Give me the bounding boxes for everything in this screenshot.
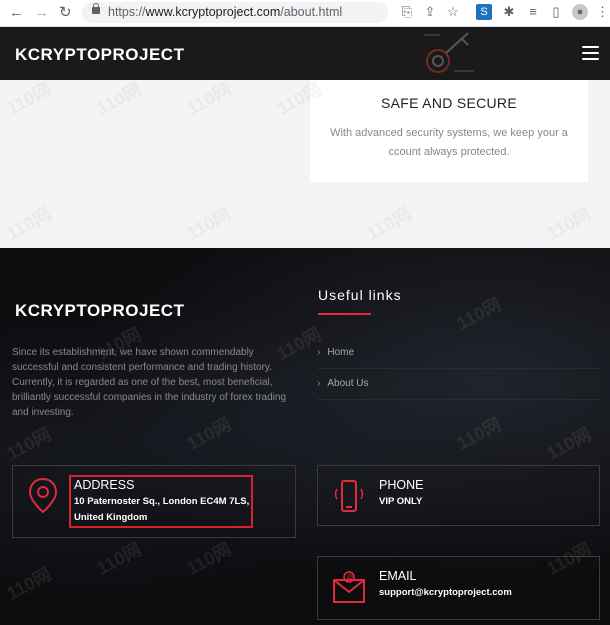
chevron-right-icon: › (317, 378, 321, 389)
phone-heading: PHONE (379, 478, 424, 492)
address-heading: ADDRESS (74, 478, 135, 492)
location-pin-icon (28, 477, 58, 514)
bookmark-star-icon[interactable]: ☆ (445, 4, 461, 20)
reading-list-icon[interactable]: ≡ (525, 4, 541, 20)
useful-links-underline (318, 313, 371, 315)
security-key-icon (424, 32, 474, 73)
features-section: SAFE AND SECURE With advanced security s… (0, 80, 610, 248)
email-value[interactable]: support@kcryptoproject.com (379, 585, 512, 601)
site-logo[interactable]: KCRYPTOPROJECT (15, 45, 184, 65)
site-header: KCRYPTOPROJECT (0, 27, 610, 80)
email-envelope-icon: @ (333, 571, 365, 603)
url-text: https://www.kcryptoproject.com/about.htm… (108, 5, 343, 19)
footer-about-text: Since its establishment, we have shown c… (12, 347, 287, 418)
feature-card-safe-secure: SAFE AND SECURE With advanced security s… (310, 80, 588, 182)
address-line-2: United Kingdom (74, 512, 148, 523)
address-bar[interactable]: https://www.kcryptoproject.com/about.htm… (82, 2, 388, 23)
footer-link-home[interactable]: › Home (317, 347, 354, 358)
extensions-puzzle-icon[interactable]: ✱ (501, 4, 517, 20)
extension-s-icon[interactable]: S (476, 4, 492, 20)
address-line-1: 10 Paternoster Sq., London EC4M 7LS, (74, 496, 250, 507)
lock-icon (92, 3, 100, 14)
reload-icon[interactable]: ↻ (59, 3, 72, 23)
back-arrow-icon[interactable]: ← (9, 3, 24, 23)
footer-link-about-us[interactable]: › About Us (317, 378, 368, 389)
more-menu-icon[interactable]: ⋮ (596, 4, 609, 20)
chevron-right-icon: › (317, 347, 321, 358)
side-panel-icon[interactable]: ▯ (548, 4, 564, 20)
browser-toolbar: ← → ↻ https://www.kcryptoproject.com/abo… (0, 0, 610, 27)
email-heading: EMAIL (379, 569, 417, 583)
footer-logo: KCRYPTOPROJECT (15, 301, 185, 320)
translate-icon[interactable]: ⎘ (399, 4, 415, 20)
hamburger-menu-icon[interactable] (582, 46, 599, 60)
share-icon[interactable]: ⇪ (422, 4, 438, 20)
phone-value: VIP ONLY (379, 496, 423, 507)
link-divider (317, 399, 600, 400)
useful-links-title: Useful links (318, 287, 402, 303)
phone-icon (334, 480, 364, 512)
feature-title: SAFE AND SECURE (381, 95, 517, 111)
forward-arrow-icon[interactable]: → (34, 3, 49, 23)
svg-text:@: @ (346, 574, 353, 581)
feature-description: With advanced security systems, we keep … (330, 127, 568, 158)
profile-avatar-icon[interactable]: ● (572, 4, 588, 20)
link-divider (317, 368, 600, 369)
site-footer: KCRYPTOPROJECT Since its establishment, … (0, 248, 610, 625)
